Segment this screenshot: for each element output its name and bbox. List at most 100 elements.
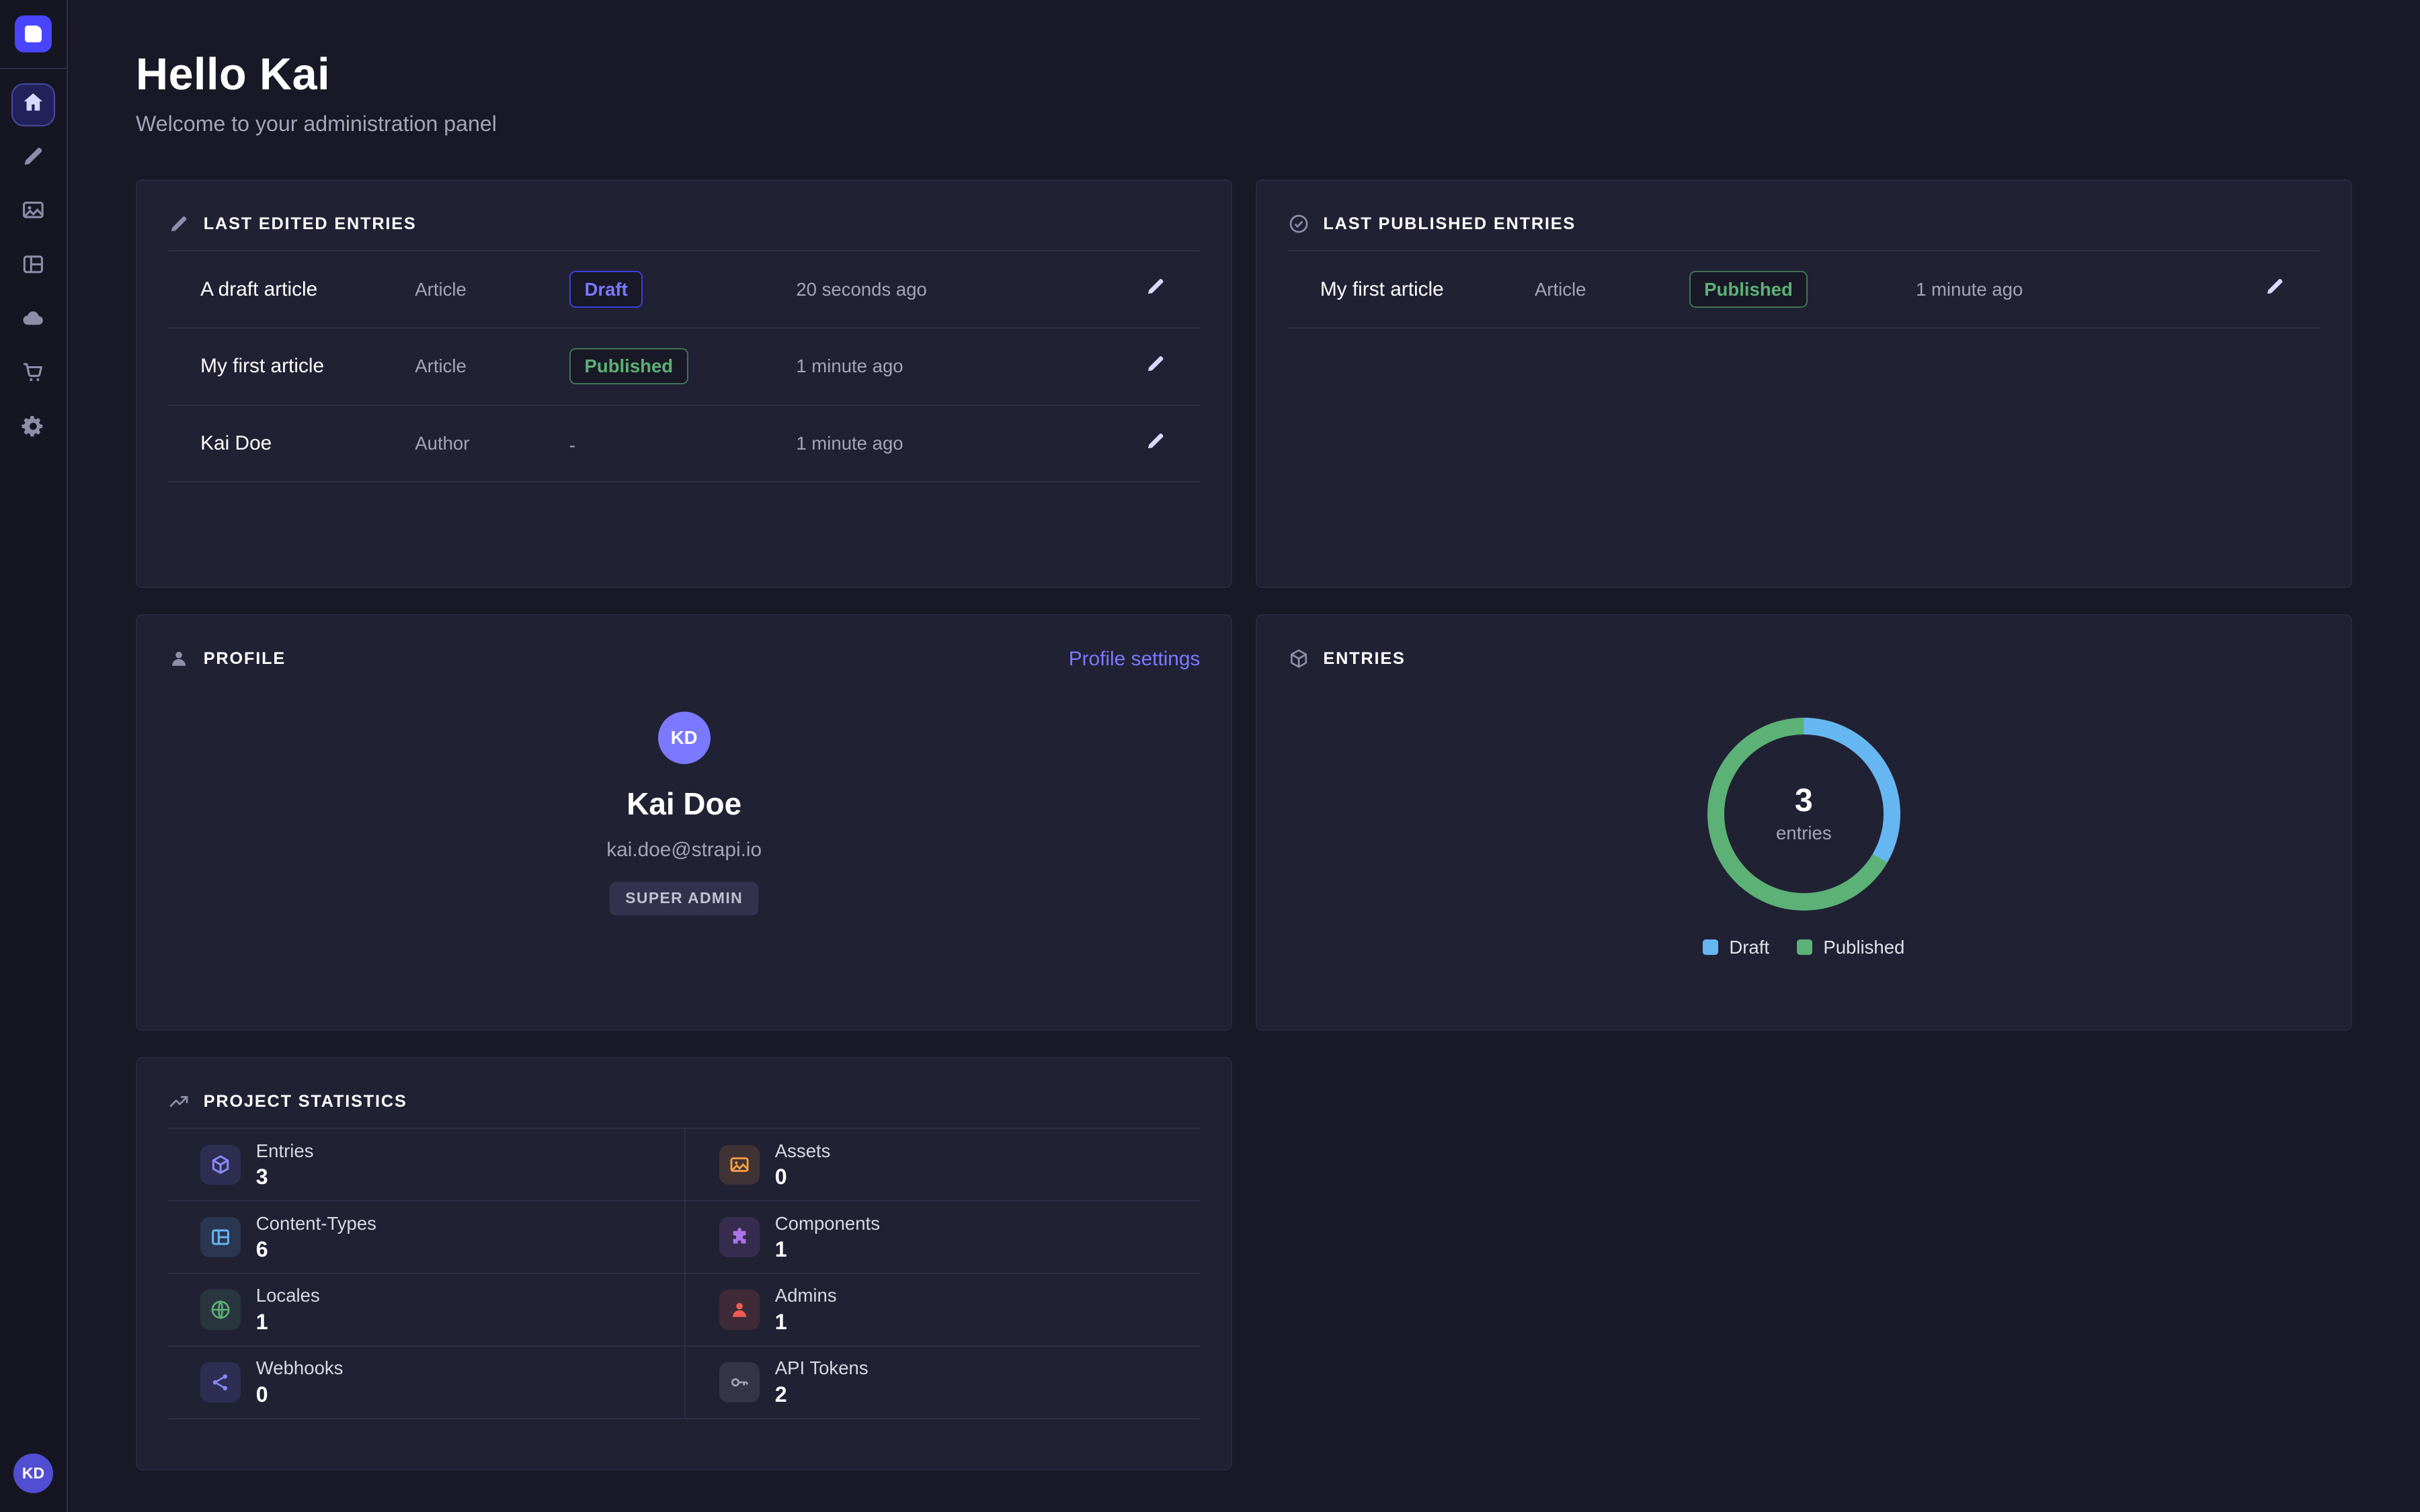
card-header: LAST PUBLISHED ENTRIES [1288, 212, 2320, 237]
main-content: Hello Kai Welcome to your administration… [68, 0, 2420, 1512]
profile-settings-link[interactable]: Profile settings [1069, 648, 1201, 671]
page-subtitle: Welcome to your administration panel [136, 112, 2352, 136]
stat-label: Admins [775, 1285, 837, 1306]
status-empty: - [569, 435, 575, 456]
sidebar-item-settings[interactable] [11, 407, 54, 450]
profile-name: Kai Doe [627, 786, 741, 822]
card-title: ENTRIES [1323, 649, 1405, 669]
edit-entry-button[interactable] [1139, 424, 1172, 463]
stat-components: Components 1 [684, 1202, 1201, 1274]
entry-name: Kai Doe [200, 432, 415, 455]
legend-item-published: Published [1797, 937, 1904, 958]
stat-value: 0 [256, 1382, 344, 1407]
stat-label: Components [775, 1213, 880, 1234]
edit-entry-button[interactable] [2258, 269, 2292, 308]
stat-value: 0 [775, 1165, 831, 1189]
dashboard-grid: LAST EDITED ENTRIES A draft article Arti… [136, 179, 2352, 1471]
sidebar-item-home[interactable] [11, 83, 54, 126]
entry-time: 1 minute ago [1916, 279, 2246, 300]
gear-icon [21, 414, 46, 444]
entries-unit: entries [1776, 823, 1832, 844]
stat-label: Entries [256, 1140, 314, 1162]
stat-label: Locales [256, 1285, 320, 1306]
entry-time: 1 minute ago [796, 355, 1126, 377]
project-statistics-card: PROJECT STATISTICS Entries3 Assets0 Cont… [136, 1057, 1232, 1470]
entry-time: 1 minute ago [796, 433, 1126, 454]
entry-type: Author [415, 433, 569, 454]
share-nodes-icon [200, 1362, 241, 1402]
cloud-icon [21, 306, 46, 336]
status-badge: Published [1689, 271, 1808, 307]
check-circle-icon [1288, 213, 1309, 235]
stat-entries: Entries 3 [168, 1129, 684, 1202]
chart-legend: Draft Published [1703, 937, 1904, 958]
key-icon [719, 1362, 760, 1402]
card-title: PROJECT STATISTICS [204, 1092, 407, 1111]
cube-icon [1288, 648, 1309, 669]
stat-label: Webhooks [256, 1357, 344, 1379]
stat-assets: Assets 0 [684, 1129, 1201, 1202]
sidebar-item-deploy[interactable] [11, 299, 54, 342]
sidebar-divider [0, 68, 67, 69]
table-row[interactable]: My first article Article Published 1 min… [168, 329, 1200, 406]
empty-grid-cell [1256, 1057, 2352, 1470]
card-header: PROFILE Profile settings [168, 646, 1200, 671]
entry-status: Published [569, 348, 796, 384]
stat-api-tokens: API Tokens2 [684, 1347, 1201, 1419]
cart-icon [21, 360, 46, 390]
page-title: Hello Kai [136, 49, 2352, 100]
table-row[interactable]: A draft article Article Draft 20 seconds… [168, 251, 1200, 329]
pencil-icon [1145, 353, 1166, 380]
card-header: PROJECT STATISTICS [168, 1089, 1200, 1114]
strapi-logo[interactable] [15, 15, 52, 52]
status-badge: Draft [569, 271, 643, 307]
role-badge: SUPER ADMIN [610, 882, 758, 915]
stat-value: 3 [256, 1165, 314, 1189]
legend-published-swatch [1797, 939, 1812, 955]
last-edited-entries-card: LAST EDITED ENTRIES A draft article Arti… [136, 179, 1232, 588]
last-published-entries-card: LAST PUBLISHED ENTRIES My first article … [1256, 179, 2352, 588]
card-title: LAST PUBLISHED ENTRIES [1323, 214, 1576, 234]
sidebar-nav [11, 83, 54, 450]
sidebar-item-marketplace[interactable] [11, 353, 54, 396]
entry-name: A draft article [200, 278, 415, 301]
entries-donut: 3 entries [1707, 718, 1900, 911]
trending-up-icon [168, 1091, 190, 1112]
table-row[interactable]: Kai Doe Author - 1 minute ago [168, 406, 1200, 483]
profile-body: KD Kai Doe kai.doe@strapi.io SUPER ADMIN [168, 712, 1200, 915]
entries-chart: 3 entries Draft Published [1288, 718, 2320, 958]
legend-label: Draft [1729, 937, 1769, 958]
legend-item-draft: Draft [1703, 937, 1769, 958]
stat-value: 1 [775, 1310, 837, 1335]
layout-icon [200, 1217, 241, 1257]
entry-status: Draft [569, 271, 796, 307]
person-icon [168, 648, 190, 669]
table-row[interactable]: My first article Article Published 1 min… [1288, 251, 2320, 329]
edit-entry-button[interactable] [1139, 347, 1172, 386]
layout-icon [21, 252, 46, 282]
card-header: ENTRIES [1288, 646, 2320, 671]
pencil-icon [168, 213, 190, 235]
legend-label: Published [1823, 937, 1904, 958]
sidebar-item-content-type-builder[interactable] [11, 245, 54, 288]
stat-value: 1 [775, 1237, 880, 1262]
entry-status: - [569, 429, 796, 458]
entries-table: A draft article Article Draft 20 seconds… [168, 250, 1200, 482]
stat-locales: Locales 1 [168, 1274, 684, 1347]
sidebar-item-content-manager[interactable] [11, 137, 54, 180]
pencil-icon [21, 144, 46, 174]
stat-label: Assets [775, 1140, 831, 1162]
entry-status: Published [1689, 271, 1916, 307]
stat-webhooks: Webhooks 0 [168, 1347, 684, 1419]
entry-name: My first article [1320, 278, 1535, 301]
edit-entry-button[interactable] [1139, 269, 1172, 308]
card-header: LAST EDITED ENTRIES [168, 212, 1200, 237]
sidebar-item-media-library[interactable] [11, 192, 54, 235]
entry-type: Article [415, 355, 569, 377]
entries-card: ENTRIES 3 entries Draft Publis [1256, 614, 2352, 1031]
card-title: LAST EDITED ENTRIES [204, 214, 417, 234]
stats-grid: Entries3 Assets0 Content-Types6 Componen… [168, 1128, 1200, 1419]
user-avatar-menu[interactable]: KD [13, 1454, 54, 1494]
stat-value: 1 [256, 1310, 320, 1335]
globe-icon [200, 1290, 241, 1330]
